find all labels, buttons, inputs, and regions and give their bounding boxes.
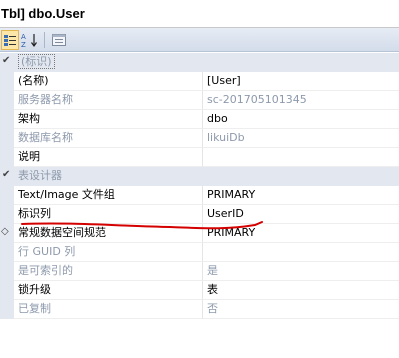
- property-value[interactable]: PRIMARY: [203, 186, 399, 205]
- category-row-identity[interactable]: ✔ (标识): [0, 53, 399, 72]
- window-title-bar: Tbl] dbo.User: [0, 0, 399, 28]
- property-value: [203, 243, 399, 262]
- property-name: 是可索引的: [14, 262, 203, 281]
- property-row[interactable]: 行 GUID 列: [0, 243, 399, 262]
- property-row[interactable]: 架构 dbo: [0, 110, 399, 129]
- property-name: 架构: [14, 110, 203, 129]
- property-name: Text/Image 文件组: [14, 186, 203, 205]
- window-title: Tbl] dbo.User: [1, 6, 85, 21]
- category-label: 表设计器: [14, 167, 203, 186]
- property-pages-button[interactable]: [50, 30, 68, 50]
- property-name: 说明: [14, 148, 203, 167]
- property-row[interactable]: 标识列 UserID: [0, 205, 399, 224]
- property-name: 标识列: [14, 205, 203, 224]
- alphabetical-button[interactable]: A Z: [20, 30, 40, 50]
- expand-arrow-icon[interactable]: ◇: [1, 226, 9, 237]
- property-value: 是: [203, 262, 399, 281]
- property-value[interactable]: PRIMARY: [203, 224, 399, 243]
- collapse-check-icon[interactable]: ✔: [2, 55, 10, 66]
- categorized-icon: [4, 34, 16, 46]
- property-grid: ✔ (标识) (名称) [User] 服务器名称 sc-201705101345…: [0, 53, 399, 319]
- property-value[interactable]: dbo: [203, 110, 399, 129]
- property-row[interactable]: Text/Image 文件组 PRIMARY: [0, 186, 399, 205]
- property-name: 已复制: [14, 300, 203, 319]
- toolbar-separator: [44, 31, 45, 48]
- property-row[interactable]: 已复制 否: [0, 300, 399, 319]
- property-name: 常规数据空间规范: [14, 224, 203, 243]
- property-pages-icon: [52, 33, 66, 46]
- property-name: (名称): [14, 72, 203, 91]
- svg-text:A: A: [21, 33, 26, 41]
- collapse-check-icon[interactable]: ✔: [2, 169, 10, 180]
- category-row-table-designer[interactable]: ✔ 表设计器: [0, 167, 399, 186]
- alphabetical-icon: A Z: [21, 33, 37, 48]
- property-value: likuiDb: [203, 129, 399, 148]
- property-value[interactable]: [203, 148, 399, 167]
- property-row[interactable]: (名称) [User]: [0, 72, 399, 91]
- property-toolbar: A Z: [0, 28, 399, 52]
- property-row[interactable]: 是可索引的 是: [0, 262, 399, 281]
- property-row[interactable]: 锁升级 表: [0, 281, 399, 300]
- property-name: 服务器名称: [14, 91, 203, 110]
- svg-text:Z: Z: [21, 41, 26, 48]
- property-row[interactable]: 服务器名称 sc-201705101345: [0, 91, 399, 110]
- category-label: (标识): [18, 54, 55, 69]
- property-name: 锁升级: [14, 281, 203, 300]
- categorized-button[interactable]: [1, 29, 19, 50]
- property-row[interactable]: 数据库名称 likuiDb: [0, 129, 399, 148]
- property-value[interactable]: 表: [203, 281, 399, 300]
- property-row[interactable]: 说明: [0, 148, 399, 167]
- property-name: 数据库名称: [14, 129, 203, 148]
- property-value[interactable]: [User]: [203, 72, 399, 91]
- property-value[interactable]: UserID: [203, 205, 399, 224]
- property-name: 行 GUID 列: [14, 243, 203, 262]
- property-row[interactable]: ◇ 常规数据空间规范 PRIMARY: [0, 224, 399, 243]
- property-value: 否: [203, 300, 399, 319]
- property-value: sc-201705101345: [203, 91, 399, 110]
